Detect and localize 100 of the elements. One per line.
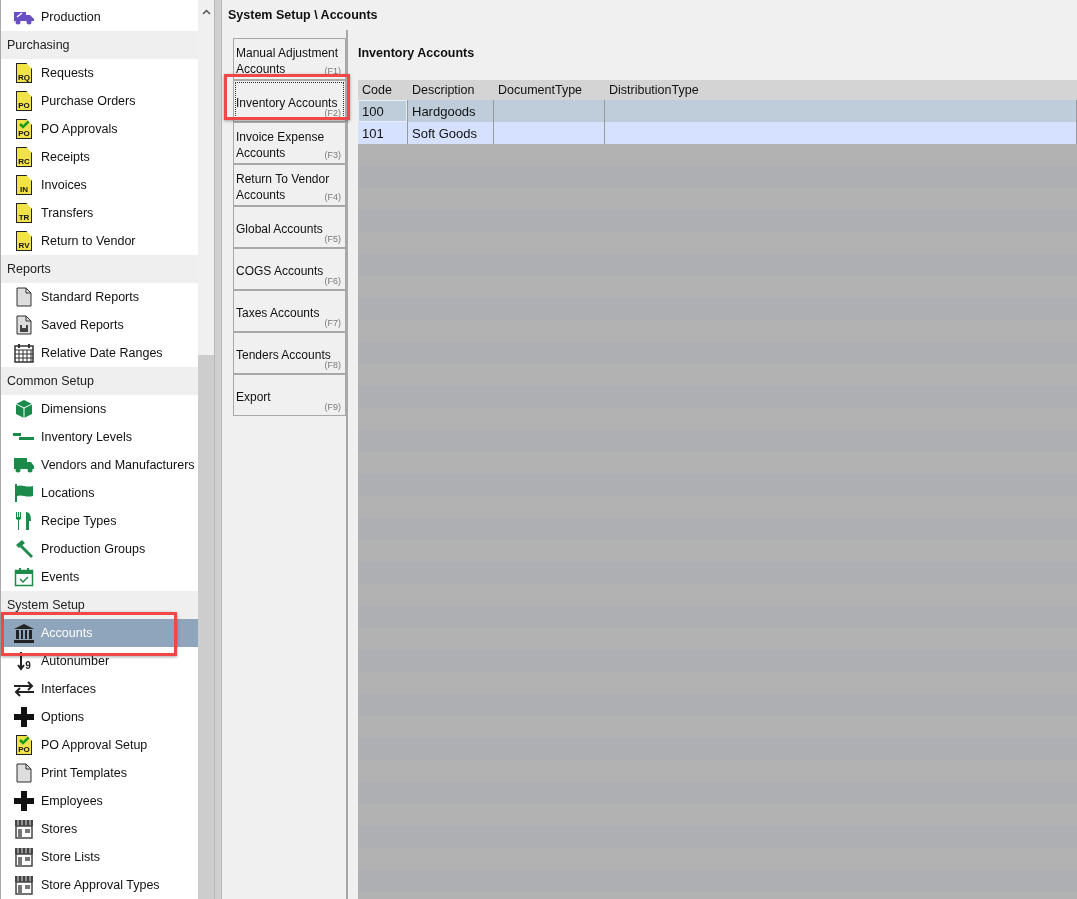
- document-icon: TR: [16, 203, 32, 223]
- item-label: Saved Reports: [41, 318, 124, 332]
- item-label: Transfers: [41, 206, 94, 220]
- sidebar-item[interactable]: 9 Autonumber: [1, 647, 198, 675]
- sidebar-item[interactable]: RQ Requests: [1, 59, 198, 87]
- document-icon: RC: [16, 147, 32, 167]
- document-check-icon: PO: [16, 119, 32, 139]
- item-label: Accounts: [41, 626, 93, 640]
- document-icon: PO: [16, 91, 32, 111]
- item-label: Store Approval Types: [41, 878, 160, 892]
- side-tab[interactable]: Export (F9): [233, 374, 346, 416]
- sidebar-item[interactable]: Stores: [1, 815, 198, 843]
- item-label: Employees: [41, 794, 103, 808]
- item-label: Store Lists: [41, 850, 101, 864]
- sidebar-item[interactable]: Store Lists: [1, 843, 198, 871]
- item-label: Vendors and Manufacturers: [41, 458, 195, 472]
- table-row[interactable]: 101 Soft Goods: [358, 122, 1077, 144]
- item-label: Autonumber: [41, 654, 110, 668]
- item-label: Requests: [41, 66, 94, 80]
- item-label: Inventory Levels: [41, 430, 133, 444]
- sidebar-item[interactable]: IN Invoices: [1, 171, 198, 199]
- plus-icon: [14, 791, 34, 811]
- sidebar-item[interactable]: Options: [1, 703, 198, 731]
- sidebar-item[interactable]: Standard Reports: [1, 283, 198, 311]
- report-icon: [16, 763, 32, 783]
- item-label: Standard Reports: [41, 290, 139, 304]
- column-header[interactable]: DocumentType: [494, 83, 605, 97]
- cutlery-icon: [14, 511, 34, 531]
- item-label: Stores: [41, 822, 78, 836]
- sidebar-item[interactable]: RC Receipts: [1, 143, 198, 171]
- sidebar-item[interactable]: Print Templates: [1, 759, 198, 787]
- column-header[interactable]: Description: [408, 83, 494, 97]
- side-tab[interactable]: Taxes Accounts (F7): [233, 290, 346, 332]
- levels-icon: [13, 431, 35, 443]
- sidebar-item[interactable]: Relative Date Ranges: [1, 339, 198, 367]
- item-label: Events: [41, 570, 80, 584]
- calendar-icon: [14, 343, 34, 363]
- store-icon: [14, 875, 34, 895]
- section-header: Purchasing: [1, 31, 198, 59]
- store-icon: [14, 819, 34, 839]
- cube-icon: [14, 399, 34, 419]
- side-tab[interactable]: Tenders Accounts (F8): [233, 332, 346, 374]
- sidebar-item[interactable]: Vendors and Manufacturers: [1, 451, 198, 479]
- breadcrumb: System Setup \ Accounts: [227, 7, 379, 24]
- sidebar-item[interactable]: Events: [1, 563, 198, 591]
- side-tab[interactable]: COGS Accounts (F6): [233, 248, 346, 290]
- item-label: Interfaces: [41, 682, 96, 696]
- saved-report-icon: [16, 315, 32, 335]
- item-label: Print Templates: [41, 766, 127, 780]
- sidebar-item[interactable]: Production Groups: [1, 535, 198, 563]
- sidebar-item[interactable]: RV Return to Vendor: [1, 227, 198, 255]
- sidebar-item[interactable]: Dimensions: [1, 395, 198, 423]
- item-label: Dimensions: [41, 402, 107, 416]
- swap-arrows-icon: [13, 681, 35, 697]
- sidebar-item[interactable]: Store Approval Types: [1, 871, 198, 899]
- item-label: Recipe Types: [41, 514, 117, 528]
- sidebar-item[interactable]: Employees: [1, 787, 198, 815]
- sidebar-item[interactable]: PO PO Approval Setup: [1, 731, 198, 759]
- item-label: PO Approval Setup: [41, 738, 148, 752]
- column-header[interactable]: Code: [358, 83, 408, 97]
- table-cell: 100: [358, 100, 408, 122]
- section-header: Common Setup: [1, 367, 198, 395]
- store-icon: [14, 847, 34, 867]
- document-icon: RV: [16, 231, 32, 251]
- sidebar-item[interactable]: TR Transfers: [1, 199, 198, 227]
- calendar-check-icon: [14, 567, 34, 587]
- sidebar-item[interactable]: Production: [1, 3, 198, 31]
- item-label: Production Groups: [41, 542, 146, 556]
- item-label: Relative Date Ranges: [41, 346, 163, 360]
- panel-title: Inventory Accounts: [358, 45, 476, 62]
- sidebar-item[interactable]: PO PO Approvals: [1, 115, 198, 143]
- section-header: System Setup: [1, 591, 198, 619]
- sidebar-item[interactable]: Recipe Types: [1, 507, 198, 535]
- flag-icon: [14, 483, 34, 503]
- item-label: Purchase Orders: [41, 94, 136, 108]
- item-label: Options: [41, 710, 85, 724]
- truck-icon: [13, 456, 35, 474]
- document-icon: IN: [16, 175, 32, 195]
- sidebar-item[interactable]: Locations: [1, 479, 198, 507]
- report-icon: [16, 287, 32, 307]
- side-tab[interactable]: Return To Vendor Accounts (F4): [233, 164, 346, 206]
- column-header[interactable]: DistributionType: [605, 83, 1077, 97]
- item-label: Locations: [41, 486, 95, 500]
- sidebar-item[interactable]: Interfaces: [1, 675, 198, 703]
- document-check-icon: PO: [16, 735, 32, 755]
- item-label: PO Approvals: [41, 122, 118, 136]
- side-tab[interactable]: Invoice Expense Accounts (F3): [233, 122, 346, 164]
- document-icon: RQ: [16, 63, 32, 83]
- sidebar-item[interactable]: PO Purchase Orders: [1, 87, 198, 115]
- plus-icon: [14, 707, 34, 727]
- side-tab[interactable]: Global Accounts (F5): [233, 206, 346, 248]
- sidebar-item[interactable]: Saved Reports: [1, 311, 198, 339]
- scrollbar-thumb[interactable]: [198, 355, 214, 899]
- item-label: Production: [41, 10, 101, 24]
- item-label: Receipts: [41, 150, 90, 164]
- scroll-up-icon[interactable]: [201, 9, 211, 15]
- bank-icon: [13, 623, 35, 643]
- item-label: Return to Vendor: [41, 234, 136, 248]
- sidebar-item[interactable]: Inventory Levels: [1, 423, 198, 451]
- table-row[interactable]: 100 Hardgoods: [358, 100, 1077, 122]
